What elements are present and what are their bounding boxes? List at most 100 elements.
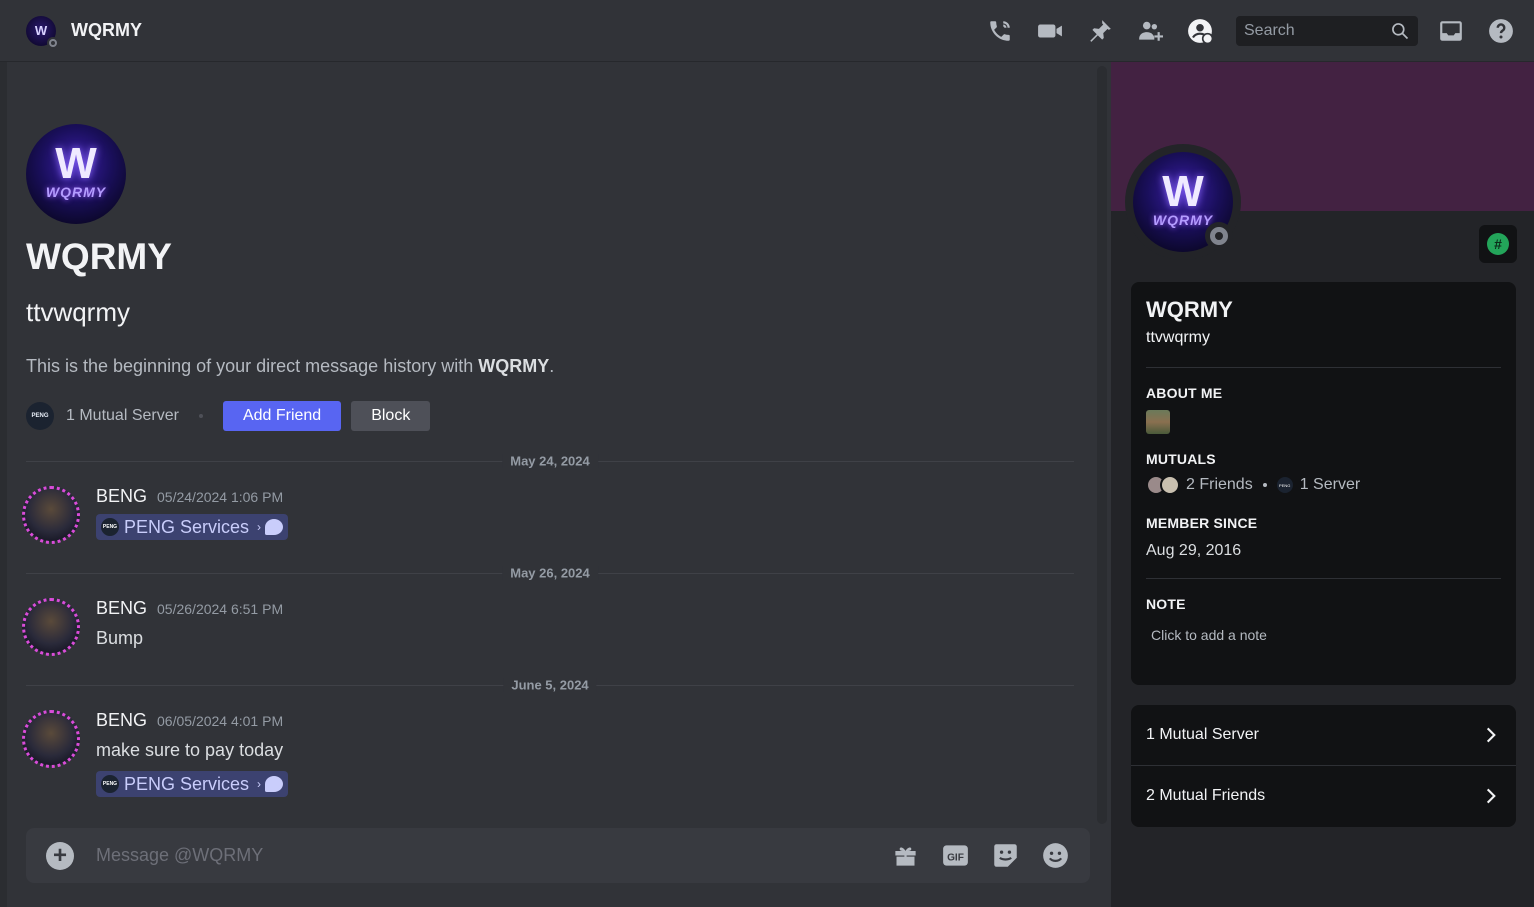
header-avatar-initial: W <box>34 23 48 38</box>
sticker-icon[interactable] <box>990 841 1020 871</box>
server-icon: PENG <box>101 518 119 536</box>
block-button[interactable]: Block <box>351 401 431 431</box>
intro-display-name: WQRMY <box>26 236 172 277</box>
mutual-server-row[interactable]: 1 Mutual Server <box>1131 705 1516 765</box>
divider <box>1146 578 1501 579</box>
logo-letter: W <box>1162 167 1204 216</box>
message-content: make sure to pay today <box>96 740 284 760</box>
chip-label: PENG Services <box>124 516 250 537</box>
chevron-right-icon: › <box>257 777 262 791</box>
gif-icon[interactable]: GIF <box>940 841 970 871</box>
chat-bubble-icon <box>265 519 284 535</box>
date-label: May 26, 2024 <box>502 565 598 581</box>
intro-prefix: This is the beginning of your direct mes… <box>26 356 479 376</box>
server-icon: PENG <box>101 775 119 793</box>
member-since-date: Aug 29, 2016 <box>1146 542 1242 559</box>
message-author[interactable]: BENG <box>96 598 147 619</box>
inbox-icon[interactable] <box>1436 16 1466 46</box>
about-me-emoji <box>1146 410 1170 434</box>
help-icon[interactable] <box>1486 16 1516 46</box>
intro-username: ttvwqrmy <box>26 297 130 327</box>
profile-links: 1 Mutual Server 2 Mutual Friends <box>1131 705 1516 827</box>
profile-card: WQRMY ttvwqrmy ABOUT ME MUTUALS 2 Friend… <box>1131 282 1516 685</box>
dot-separator <box>198 414 203 418</box>
about-me-label: ABOUT ME <box>1146 385 1223 401</box>
chevron-right-icon: › <box>257 520 262 534</box>
date-divider: June 5, 2024 <box>26 677 1074 693</box>
server-icon[interactable]: PENG <box>26 402 54 430</box>
profile-name: WQRMY <box>1146 297 1233 322</box>
user-profile-panel: W WQRMY # WQRMY ttvwqrmy ABOUT ME MUTUAL… <box>1111 62 1534 907</box>
mutuals-row: 2 Friends PENG 1 Server <box>1146 475 1360 495</box>
message-content: Bump <box>96 628 144 648</box>
chat-bubble-icon <box>265 776 284 792</box>
status-indicator-icon <box>47 36 59 49</box>
plus-icon[interactable]: + <box>46 841 74 870</box>
note-input[interactable]: Click to add a note <box>1151 627 1267 643</box>
mutual-friends-row-label: 2 Mutual Friends <box>1146 787 1266 804</box>
logo-letter: W <box>55 139 97 188</box>
chat-left-edge <box>0 62 7 907</box>
dm-intro-avatar[interactable]: W WQRMY <box>26 124 126 224</box>
date-divider: May 26, 2024 <box>26 565 1074 581</box>
mutual-servers-link[interactable]: 1 Server <box>1300 476 1360 494</box>
intro-bold-name: WQRMY <box>478 356 550 376</box>
date-label: June 5, 2024 <box>503 677 597 693</box>
badge-icon[interactable]: # <box>1479 225 1517 263</box>
message-header: BENG 06/05/2024 4:01 PM <box>96 710 283 731</box>
gift-icon[interactable] <box>890 841 920 871</box>
video-call-icon[interactable] <box>1035 16 1065 46</box>
discord-dm-window: W WQRMY Search W WQRMY WQRMY ttvwqrmy Th… <box>0 0 1534 907</box>
search-input[interactable]: Search <box>1236 16 1418 46</box>
intro-suffix: . <box>549 356 555 376</box>
mutual-server-link[interactable]: 1 Mutual Server <box>66 407 179 425</box>
friend-avatar <box>1160 475 1180 495</box>
header-bar: W WQRMY Search <box>0 0 1534 62</box>
chip-label: PENG Services <box>124 773 250 794</box>
header-avatar[interactable]: W <box>26 15 59 49</box>
header-left: W WQRMY <box>0 15 142 49</box>
chevron-right-icon <box>1486 788 1496 804</box>
message-input[interactable]: Message @WQRMY <box>96 845 890 866</box>
message-author[interactable]: BENG <box>96 486 147 507</box>
mutuals-label: MUTUALS <box>1146 451 1216 467</box>
svg-text:GIF: GIF <box>947 853 964 864</box>
pin-icon[interactable] <box>1085 16 1115 46</box>
search-icon <box>1392 23 1409 40</box>
header-title[interactable]: WQRMY <box>71 20 142 41</box>
search-placeholder: Search <box>1244 22 1295 39</box>
date-label: May 24, 2024 <box>502 453 598 469</box>
emoji-icon[interactable] <box>1040 841 1070 871</box>
message-author[interactable]: BENG <box>96 710 147 731</box>
mutual-row: PENG 1 Mutual Server Add Friend Block <box>26 401 431 431</box>
badge-symbol: # <box>1487 233 1509 255</box>
add-friends-icon[interactable] <box>1135 16 1165 46</box>
mutual-friends-link[interactable]: 2 Friends <box>1186 476 1253 494</box>
offline-status-icon <box>1205 222 1233 250</box>
channel-link-chip[interactable]: PENG PENG Services › <box>96 771 289 797</box>
message-header: BENG 05/26/2024 6:51 PM <box>96 598 283 619</box>
chat-scrollbar[interactable] <box>1097 66 1107 824</box>
avatar[interactable] <box>22 486 80 544</box>
date-divider: May 24, 2024 <box>26 453 1074 469</box>
mutual-friends-row[interactable]: 2 Mutual Friends <box>1131 765 1516 826</box>
voice-call-icon[interactable] <box>985 16 1015 46</box>
message-composer: + Message @WQRMY GIF <box>26 828 1090 883</box>
dot-separator <box>1262 483 1267 487</box>
profile-username: ttvwqrmy <box>1146 329 1210 346</box>
note-label: NOTE <box>1146 596 1186 612</box>
user-profile-icon[interactable] <box>1185 16 1215 46</box>
channel-link-chip[interactable]: PENG PENG Services › <box>96 514 289 540</box>
mutual-server-row-label: 1 Mutual Server <box>1146 726 1259 743</box>
avatar[interactable] <box>22 710 80 768</box>
avatar[interactable] <box>22 598 80 656</box>
server-icon: PENG <box>1276 477 1293 493</box>
intro-beginning-text: This is the beginning of your direct mes… <box>26 356 554 377</box>
divider <box>1146 367 1501 368</box>
logo-text: WQRMY <box>1152 212 1214 228</box>
logo-text: WQRMY <box>45 184 107 200</box>
message-header: BENG 05/24/2024 1:06 PM <box>96 486 283 507</box>
add-friend-button[interactable]: Add Friend <box>222 401 342 431</box>
message-timestamp: 06/05/2024 4:01 PM <box>157 713 284 729</box>
message-timestamp: 05/26/2024 6:51 PM <box>157 601 284 617</box>
